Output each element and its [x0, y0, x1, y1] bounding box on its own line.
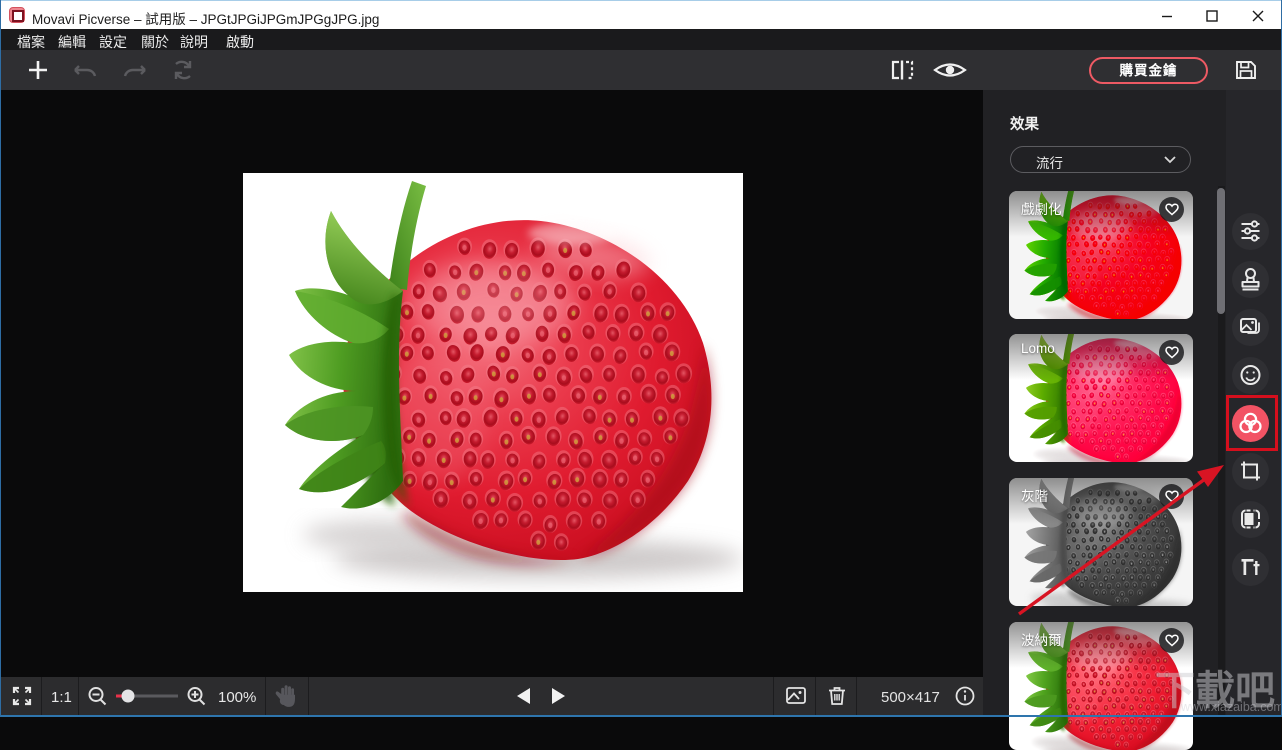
svg-text:500×417: 500×417 [881, 689, 940, 706]
svg-text:100%: 100% [218, 689, 256, 706]
svg-text:1:1: 1:1 [51, 689, 72, 706]
